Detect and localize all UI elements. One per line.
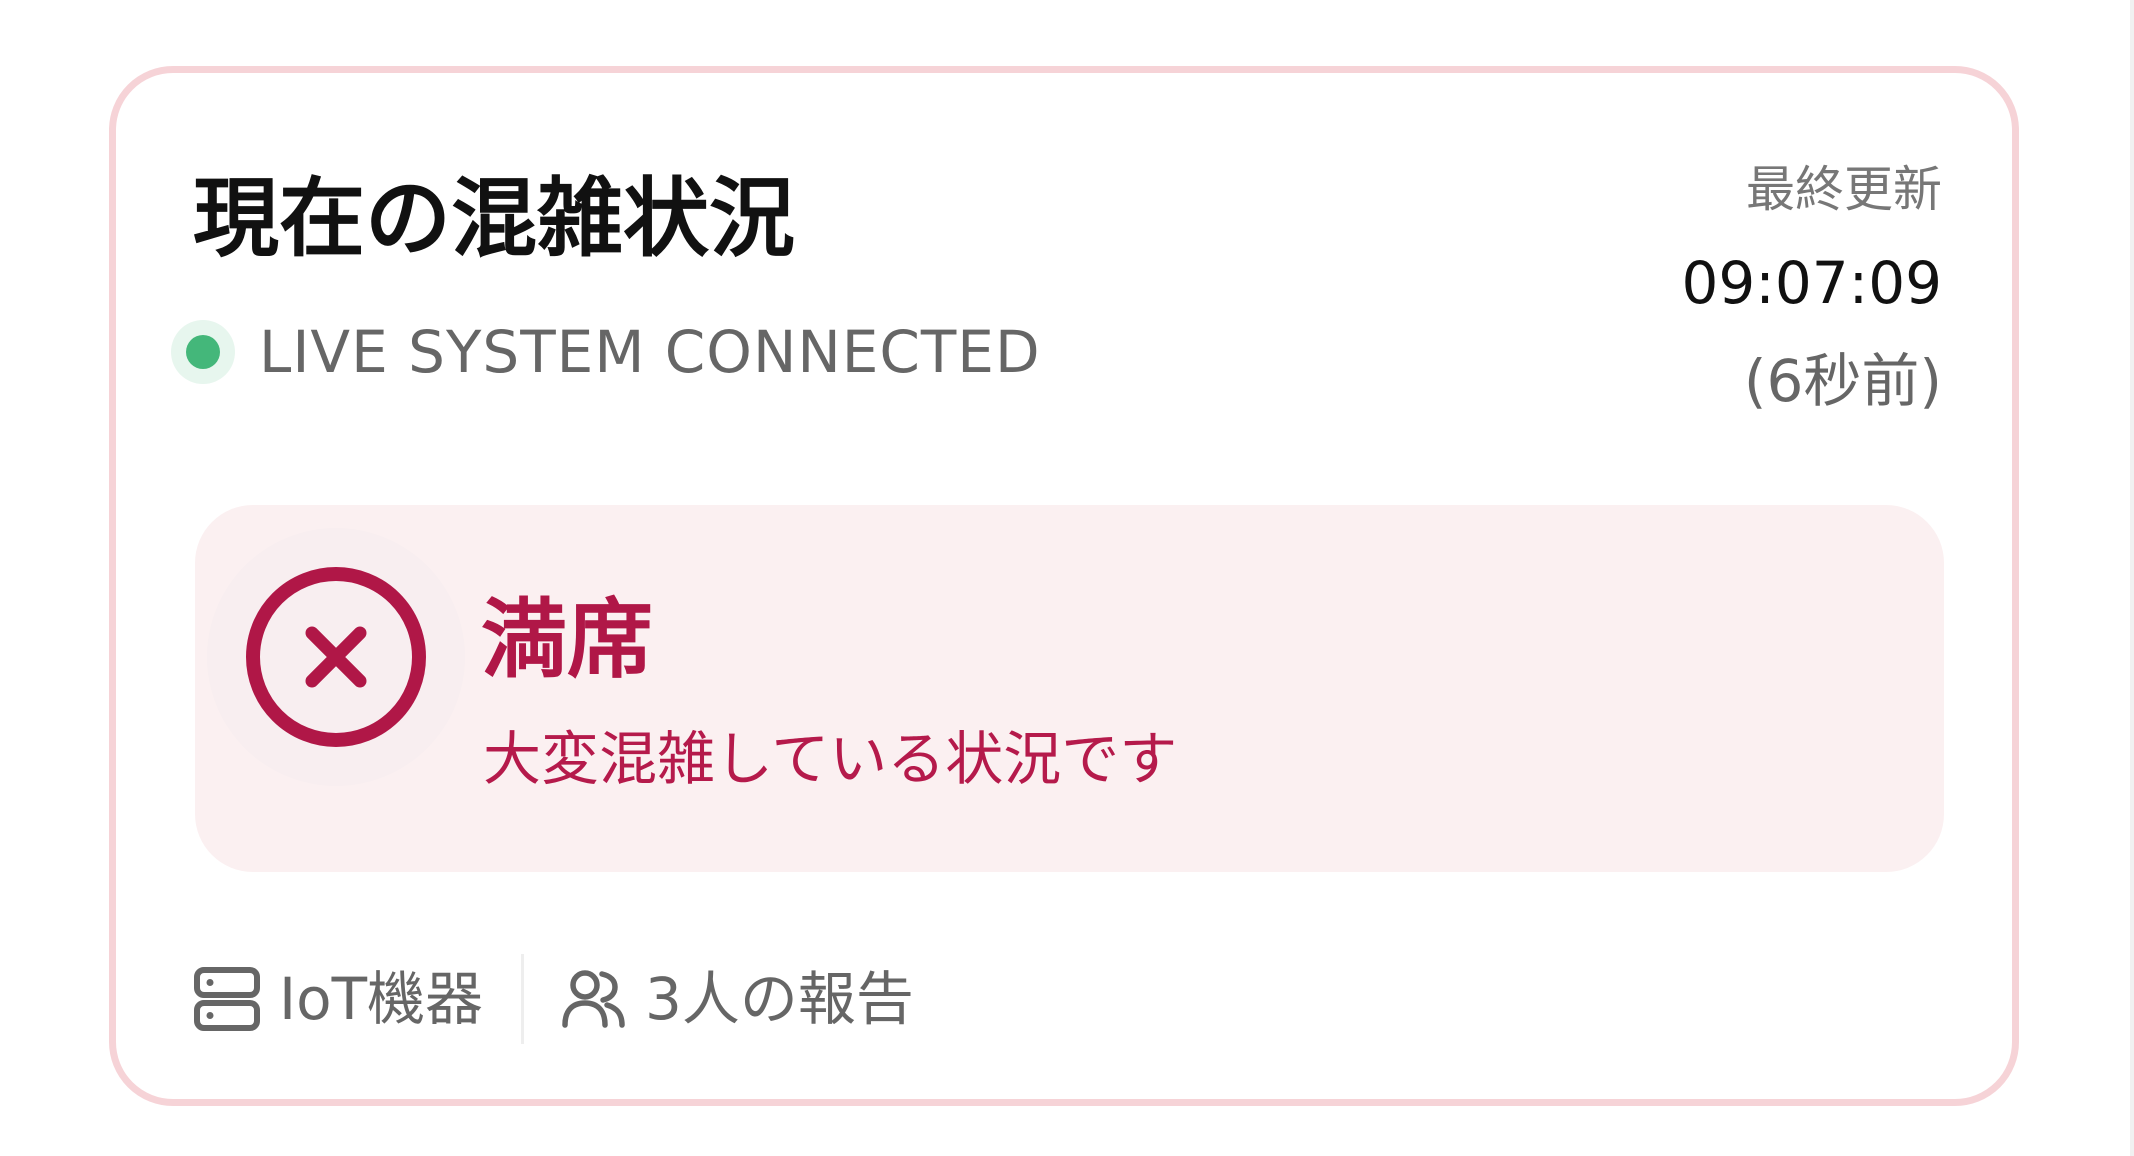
occupancy-status-message: 大変混雑している状況です	[483, 725, 1178, 793]
last-updated-relative: (6秒前)	[1743, 347, 1942, 415]
last-updated-label: 最終更新	[1745, 161, 1942, 218]
live-indicator	[171, 320, 235, 384]
live-dot-icon	[186, 335, 220, 369]
source-iot-label: IoT機器	[279, 965, 484, 1033]
source-iot-devices: IoT機器	[193, 959, 483, 1039]
page-title: 現在の混雑状況	[193, 169, 795, 269]
crowd-status-card: 現在の混雑状況 LIVE SYSTEM CONNECTED 最終更新 09:07…	[109, 66, 2019, 1106]
users-icon	[562, 970, 625, 1028]
x-circle-icon	[246, 567, 426, 747]
connection-status: LIVE SYSTEM CONNECTED	[171, 312, 1041, 392]
last-updated: 最終更新 09:07:09 (6秒前)	[1682, 156, 1943, 416]
occupancy-status-title: 満席	[481, 590, 653, 690]
server-icon	[194, 967, 260, 1031]
occupancy-status-banner: 満席 大変混雑している状況です	[195, 505, 1944, 872]
last-updated-time: 09:07:09	[1681, 249, 1943, 317]
source-user-reports: 3人の報告	[559, 959, 914, 1039]
source-reports-label: 3人の報告	[645, 965, 914, 1033]
connection-status-text: LIVE SYSTEM CONNECTED	[259, 318, 1041, 386]
source-divider	[521, 954, 525, 1044]
data-sources: IoT機器 3人の報告	[193, 951, 914, 1047]
page-edge	[2130, 0, 2134, 1156]
